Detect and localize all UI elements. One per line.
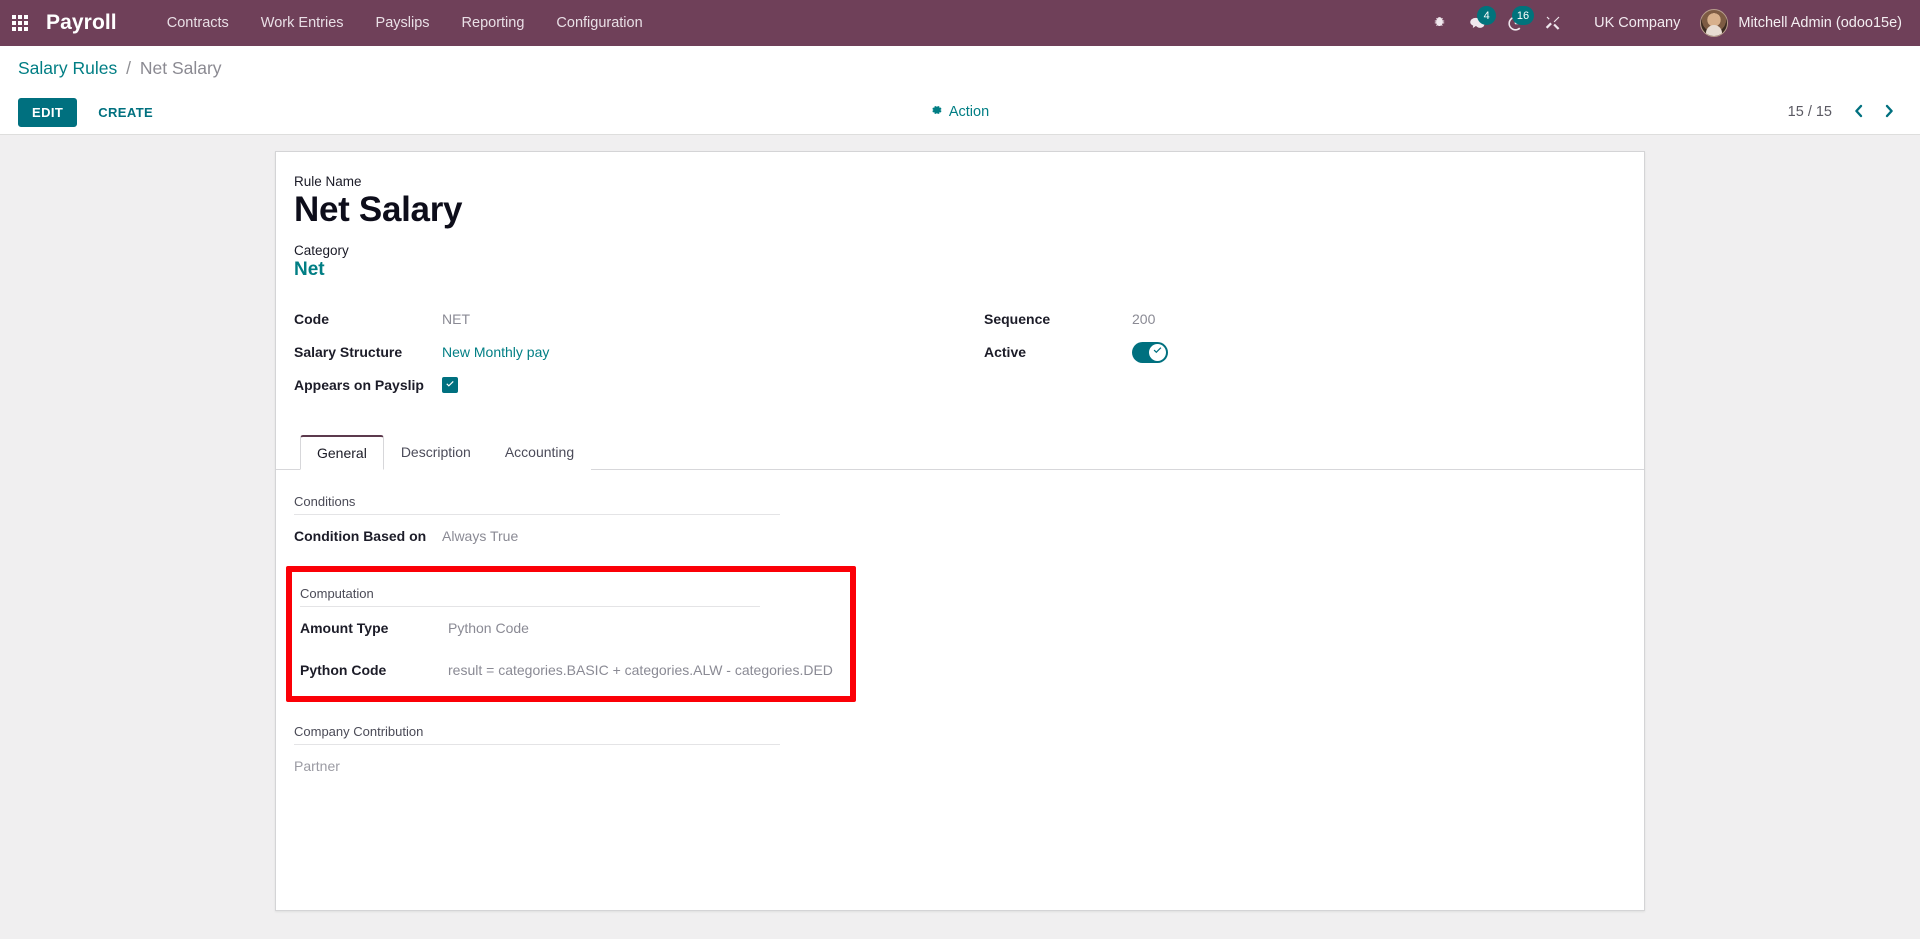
- field-appears-on-payslip: Appears on Payslip: [294, 371, 960, 399]
- breadcrumb-item-current: Net Salary: [139, 57, 222, 78]
- pager-count: 15 / 15: [1787, 104, 1832, 120]
- field-sequence: Sequence 200: [984, 305, 1626, 333]
- app-brand-payroll[interactable]: Payroll: [46, 11, 117, 35]
- group-conditions: Conditions Condition Based on Always Tru…: [294, 494, 1626, 544]
- tab-accounting[interactable]: Accounting: [487, 435, 592, 471]
- appears-on-payslip-checkbox[interactable]: [442, 376, 458, 394]
- field-amount-type: Amount Type Python Code: [300, 620, 850, 636]
- field-amount-type-value[interactable]: Python Code: [448, 620, 529, 636]
- messages-badge: 4: [1477, 6, 1497, 25]
- group-company-contribution-title: Company Contribution: [294, 724, 780, 746]
- main-fields-grid: Code NET Salary Structure New Monthly pa…: [294, 305, 1626, 404]
- sheet-body: Rule Name Net Salary Category Net Code N…: [276, 174, 1644, 774]
- field-salary-structure-label: Salary Structure: [294, 344, 403, 361]
- chat-bubble-icon[interactable]: 4: [1460, 6, 1497, 37]
- field-salary-structure-value[interactable]: New Monthly pay: [442, 344, 549, 360]
- activities-badge: 16: [1511, 6, 1535, 25]
- pager-next-button[interactable]: [1876, 99, 1902, 125]
- active-toggle[interactable]: [1132, 341, 1168, 363]
- tab-list: General Description Accounting: [288, 434, 592, 471]
- tab-panel-general: Conditions Condition Based on Always Tru…: [286, 470, 1626, 774]
- navbar-menu: Contracts Work Entries Payslips Reportin…: [151, 0, 659, 46]
- field-condition-based-on-value[interactable]: Always True: [442, 528, 518, 544]
- pager: 15 / 15: [1788, 99, 1902, 125]
- breadcrumb-separator: /: [126, 57, 131, 78]
- record-form-sheet: Rule Name Net Salary Category Net Code N…: [275, 151, 1645, 911]
- group-company-contribution: Company Contribution Partner: [294, 724, 1626, 774]
- tools-icon[interactable]: [1536, 9, 1570, 37]
- action-menu-label: Action: [948, 104, 990, 120]
- check-circle-icon: [1152, 343, 1163, 361]
- sheet-wrapper: Rule Name Net Salary Category Net Code N…: [0, 151, 1920, 911]
- field-sequence-label: Sequence: [984, 311, 1051, 328]
- avatar: [1700, 9, 1729, 37]
- navbar-right-zone: 4 16 UK Company Mitchell Admin (odoo15e): [1418, 6, 1902, 37]
- chevron-right-icon: [1883, 103, 1895, 122]
- chevron-left-icon: [1853, 103, 1865, 122]
- user-name-label: Mitchell Admin (odoo15e): [1738, 15, 1902, 31]
- field-code-value[interactable]: NET: [442, 311, 470, 327]
- category-value[interactable]: Net: [294, 259, 1626, 281]
- field-code-label: Code: [294, 311, 329, 328]
- menu-item-configuration[interactable]: Configuration: [540, 0, 658, 46]
- check-icon: [445, 376, 455, 394]
- field-salary-structure: Salary Structure New Monthly pay: [294, 338, 960, 366]
- create-button[interactable]: CREATE: [85, 98, 166, 127]
- group-conditions-title: Conditions: [294, 494, 780, 516]
- field-condition-based-on-label: Condition Based on: [294, 528, 427, 545]
- user-menu[interactable]: Mitchell Admin (odoo15e): [1700, 9, 1902, 37]
- breadcrumb: Salary Rules / Net Salary: [18, 58, 222, 79]
- menu-item-payslips[interactable]: Payslips: [360, 0, 446, 46]
- category-label: Category: [294, 243, 349, 259]
- field-sequence-value[interactable]: 200: [1132, 311, 1155, 327]
- action-menu-button[interactable]: Action: [931, 104, 989, 120]
- right-field-column: Sequence 200 Active: [960, 305, 1626, 404]
- field-python-code-label: Python Code: [300, 662, 387, 679]
- toggle-knob: [1149, 343, 1166, 361]
- actions-row: EDIT CREATE Action 15 / 15: [18, 90, 1902, 134]
- field-code: Code NET: [294, 305, 960, 333]
- tab-bar: General Description Accounting: [276, 434, 1644, 471]
- control-panel: Salary Rules / Net Salary EDIT CREATE Ac…: [0, 46, 1920, 135]
- content-area: Rule Name Net Salary Category Net Code N…: [0, 135, 1920, 939]
- pager-previous-button[interactable]: [1846, 99, 1872, 125]
- field-partner-label: Partner: [294, 758, 340, 775]
- clock-activity-icon[interactable]: 16: [1498, 6, 1535, 37]
- company-selector[interactable]: UK Company: [1594, 15, 1680, 31]
- rule-name-label: Rule Name: [294, 174, 362, 189]
- top-navbar: Payroll Contracts Work Entries Payslips …: [0, 0, 1920, 46]
- bug-icon[interactable]: [1422, 9, 1456, 37]
- group-computation-title: Computation: [300, 586, 760, 608]
- edit-button[interactable]: EDIT: [18, 97, 78, 127]
- tab-general[interactable]: General: [300, 435, 384, 471]
- menu-item-contracts[interactable]: Contracts: [151, 0, 245, 46]
- field-appears-on-payslip-label: Appears on Payslip: [294, 377, 424, 394]
- field-python-code: Python Code result = categories.BASIC + …: [300, 662, 850, 678]
- field-active: Active: [984, 338, 1626, 366]
- field-active-label: Active: [984, 344, 1027, 361]
- menu-item-reporting[interactable]: Reporting: [446, 0, 541, 46]
- page-title: Net Salary: [294, 190, 463, 229]
- menu-item-work-entries[interactable]: Work Entries: [245, 0, 360, 46]
- group-computation-highlight: Computation Amount Type Python Code Pyth…: [286, 566, 856, 703]
- left-field-column: Code NET Salary Structure New Monthly pa…: [294, 305, 960, 404]
- field-amount-type-label: Amount Type: [300, 620, 389, 637]
- tab-description[interactable]: Description: [383, 435, 488, 471]
- action-menu-wrapper: Action: [18, 104, 1902, 120]
- notebook: General Description Accounting Condition…: [276, 434, 1644, 774]
- field-python-code-value[interactable]: result = categories.BASIC + categories.A…: [448, 662, 833, 678]
- field-condition-based-on: Condition Based on Always True: [294, 528, 1626, 544]
- apps-grid-icon[interactable]: [12, 15, 28, 31]
- breadcrumb-row: Salary Rules / Net Salary: [18, 46, 1902, 90]
- breadcrumb-item-salary-rules[interactable]: Salary Rules: [18, 58, 117, 78]
- gear-icon: [931, 104, 943, 120]
